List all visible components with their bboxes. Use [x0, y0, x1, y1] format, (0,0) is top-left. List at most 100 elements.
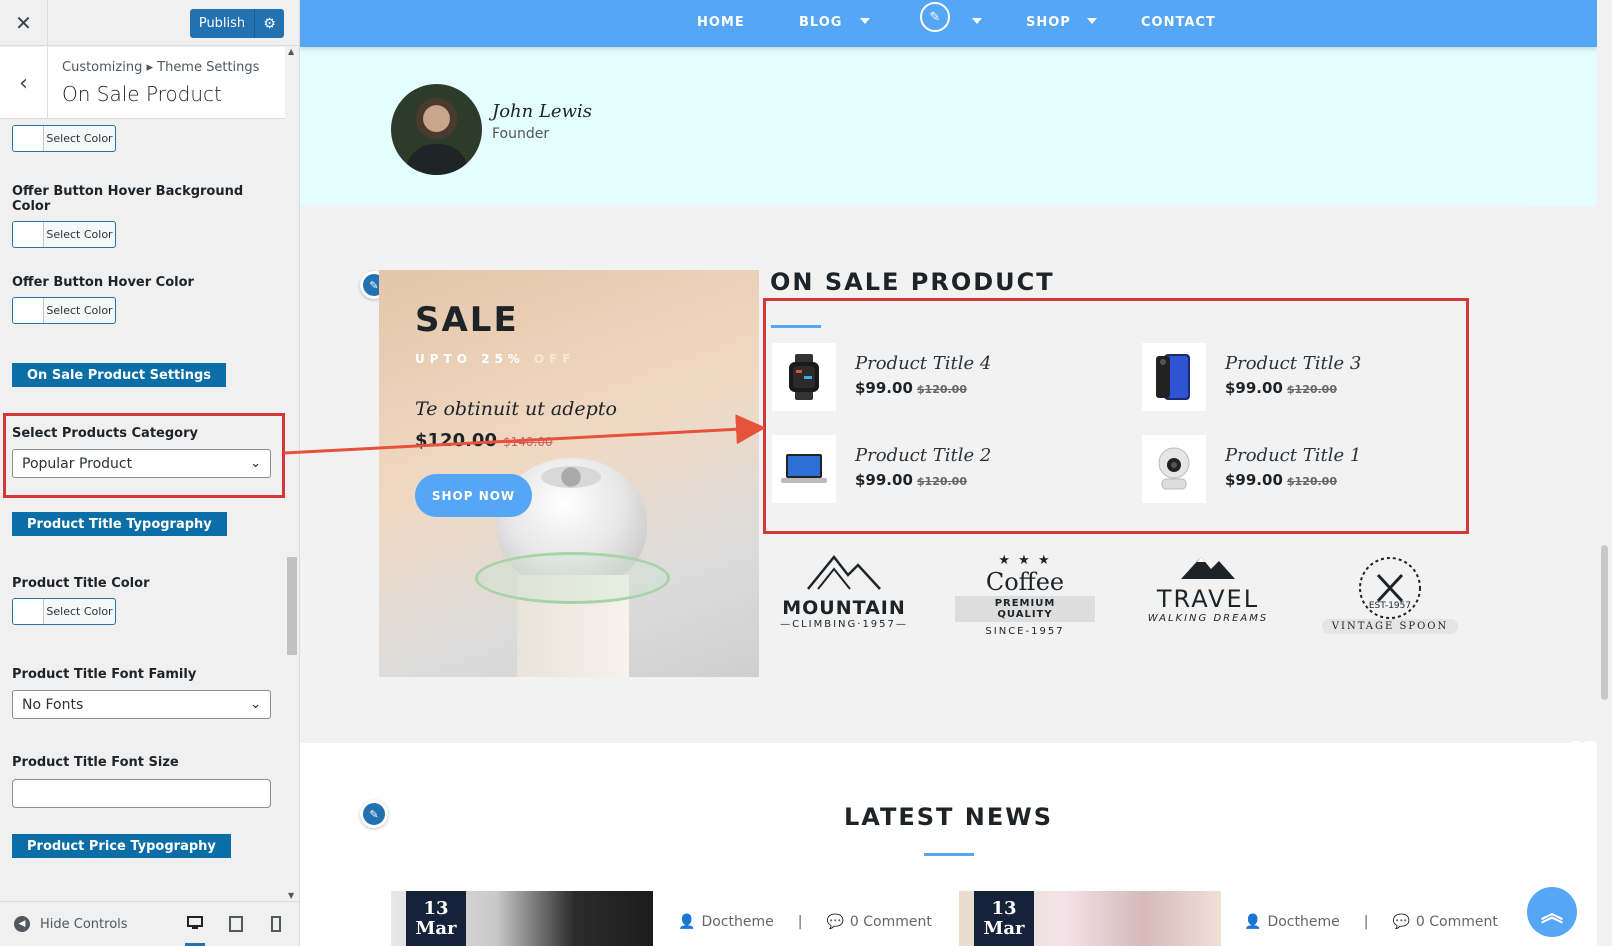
- customizer-topbar: ✕ Publish ⚙: [0, 0, 299, 46]
- glass-ring-image: [475, 552, 670, 604]
- tablet-icon[interactable]: [226, 914, 246, 934]
- nav-shop[interactable]: SHOP: [1026, 15, 1071, 30]
- on-sale-settings-button[interactable]: On Sale Product Settings: [12, 363, 227, 387]
- avatar-body: [405, 144, 469, 175]
- section-title: On Sale Product: [62, 82, 222, 106]
- date-month: Mar: [983, 918, 1025, 939]
- banner-current-price: $120.00: [415, 430, 497, 451]
- news-author[interactable]: Doctheme: [701, 914, 773, 930]
- price-typography-button[interactable]: Product Price Typography: [12, 834, 231, 858]
- on-sale-settings-control: On Sale Product Settings: [12, 363, 227, 387]
- meta-separator: |: [1363, 914, 1369, 930]
- offer-hover-color-control: Offer Button Hover Color Select Color: [12, 275, 194, 324]
- scroll-thumb[interactable]: [287, 557, 297, 655]
- meta-separator: |: [797, 914, 803, 930]
- brand-logo-vintage-spoon: EST-1957 VINTAGE SPOON: [1320, 553, 1460, 653]
- title-color-label: Product Title Color: [12, 576, 150, 591]
- on-sale-heading: ON SALE PRODUCT: [770, 268, 1055, 296]
- customizer-sidebar: ✕ Publish ⚙ ‹ Customizing ▸ Theme Settin…: [0, 0, 300, 946]
- mountain-icon: [807, 554, 881, 590]
- comment-icon: 💬: [826, 914, 844, 930]
- fork-knife-icon: [1359, 557, 1421, 619]
- heading-underline: [924, 853, 974, 856]
- price-typography-control: Product Price Typography: [12, 834, 231, 858]
- color-swatch: [13, 298, 44, 323]
- color-swatch: [13, 599, 44, 624]
- scroll-down-icon[interactable]: ▼: [288, 891, 294, 900]
- category-highlight: [3, 413, 285, 498]
- nav-blog[interactable]: BLOG: [799, 15, 842, 30]
- date-tag: 13 Mar: [974, 891, 1034, 946]
- offer-hover-bg-label: Offer Button Hover Background Color: [12, 184, 244, 214]
- title-color-control: Product Title Color Select Color: [12, 576, 149, 625]
- preview-scroll-thumb[interactable]: [1601, 545, 1608, 700]
- title-font-family-label: Product Title Font Family: [12, 667, 197, 682]
- back-to-top-button[interactable]: ︽: [1527, 887, 1577, 937]
- brand-logo-coffee: ★ ★ ★ Coffee PREMIUM QUALITY SINCE-1957: [955, 553, 1095, 653]
- select-color-label: Select Color: [46, 304, 113, 317]
- color-swatch: [13, 222, 44, 247]
- select-color-label: Select Color: [46, 132, 113, 145]
- offer-hover-bg-control: Offer Button Hover Background Color Sele…: [12, 184, 285, 248]
- news-comments[interactable]: 0 Comment: [1416, 914, 1498, 930]
- close-icon[interactable]: ✕: [0, 0, 48, 46]
- chevron-down-icon[interactable]: [972, 18, 982, 24]
- select-color-button[interactable]: Select Color: [12, 297, 116, 324]
- publish-button[interactable]: Publish: [190, 9, 254, 38]
- brand-logo-mountain: MOUNTAIN —CLIMBING·1957—: [774, 553, 914, 653]
- date-tag: 13 Mar: [406, 891, 466, 946]
- banner-price: $120.00 $140.00: [415, 430, 553, 451]
- select-color-button[interactable]: Select Color: [12, 598, 116, 625]
- select-color-label: Select Color: [46, 228, 113, 241]
- select-color-label: Select Color: [46, 605, 113, 618]
- select-color-button[interactable]: Select Color: [12, 221, 116, 248]
- banner-off-text: OFF: [534, 352, 576, 366]
- title-font-size-control: Product Title Font Size: [12, 755, 271, 808]
- font-size-input[interactable]: [12, 779, 271, 808]
- brand-main-text: MOUNTAIN: [782, 597, 906, 619]
- brand-main-text: TRAVEL: [1156, 585, 1260, 613]
- avatar: [391, 84, 482, 175]
- on-sale-section: ✎ SALE UPTO 25% OFF Te obtinuit ut adept…: [300, 213, 1597, 743]
- pencil-icon[interactable]: ✎: [920, 2, 950, 32]
- nav-contact[interactable]: CONTACT: [1141, 15, 1216, 30]
- hide-controls-button[interactable]: ◀ Hide Controls: [14, 916, 128, 932]
- chevron-down-icon[interactable]: [1087, 18, 1097, 24]
- gear-icon[interactable]: ⚙: [254, 9, 284, 38]
- shop-now-button[interactable]: SHOP NOW: [415, 474, 532, 517]
- section-header: ‹ Customizing ▸ Theme Settings On Sale P…: [0, 47, 285, 119]
- nav-home[interactable]: HOME: [697, 15, 745, 30]
- date-day: 13: [423, 898, 449, 919]
- scroll-up-icon[interactable]: ▲: [288, 47, 294, 56]
- desktop-icon[interactable]: [185, 914, 205, 946]
- news-card-image[interactable]: 13 Mar: [391, 891, 653, 946]
- news-author[interactable]: Doctheme: [1267, 914, 1339, 930]
- title-font-family-control: Product Title Font Family No Fonts ⌄: [12, 667, 271, 719]
- double-chevron-up-icon: ︽: [1540, 902, 1563, 927]
- main-navigation: HOME BLOG SHOP CONTACT ✎: [300, 0, 1597, 47]
- brand-main-text: EST-1957: [1368, 601, 1412, 611]
- back-icon[interactable]: ‹: [0, 47, 48, 119]
- offer-hover-color-label: Offer Button Hover Color: [12, 275, 194, 290]
- chevron-down-icon[interactable]: [860, 18, 870, 24]
- news-comments[interactable]: 0 Comment: [850, 914, 932, 930]
- controls-panel: Select Color Offer Button Hover Backgrou…: [0, 120, 285, 900]
- mobile-icon[interactable]: [266, 914, 286, 934]
- products-highlight: [763, 298, 1469, 534]
- testimonial-section: John Lewis Founder: [300, 47, 1597, 205]
- title-typography-button[interactable]: Product Title Typography: [12, 512, 227, 536]
- brand-sub-text: VINTAGE SPOON: [1321, 619, 1459, 634]
- preview-scrollbar[interactable]: [1597, 0, 1612, 946]
- sale-banner: SALE UPTO 25% OFF Te obtinuit ut adepto …: [379, 270, 759, 677]
- banner-upto: UPTO 25% OFF: [415, 352, 576, 366]
- select-color-button[interactable]: Select Color: [12, 125, 116, 152]
- date-day: 13: [991, 898, 1017, 919]
- news-card-image[interactable]: 13 Mar: [959, 891, 1221, 946]
- publish-group: Publish ⚙: [190, 9, 284, 38]
- testimonial-name: John Lewis: [492, 101, 592, 122]
- sidebar-scrollbar[interactable]: ▲ ▼: [285, 47, 299, 900]
- news-meta: 👤 Doctheme | 💬 0 Comment: [1244, 914, 1498, 930]
- site-preview: HOME BLOG SHOP CONTACT ✎ John Lewis Foun…: [300, 0, 1597, 946]
- font-family-select[interactable]: No Fonts ⌄: [12, 690, 271, 719]
- font-family-select-value: No Fonts: [22, 696, 84, 713]
